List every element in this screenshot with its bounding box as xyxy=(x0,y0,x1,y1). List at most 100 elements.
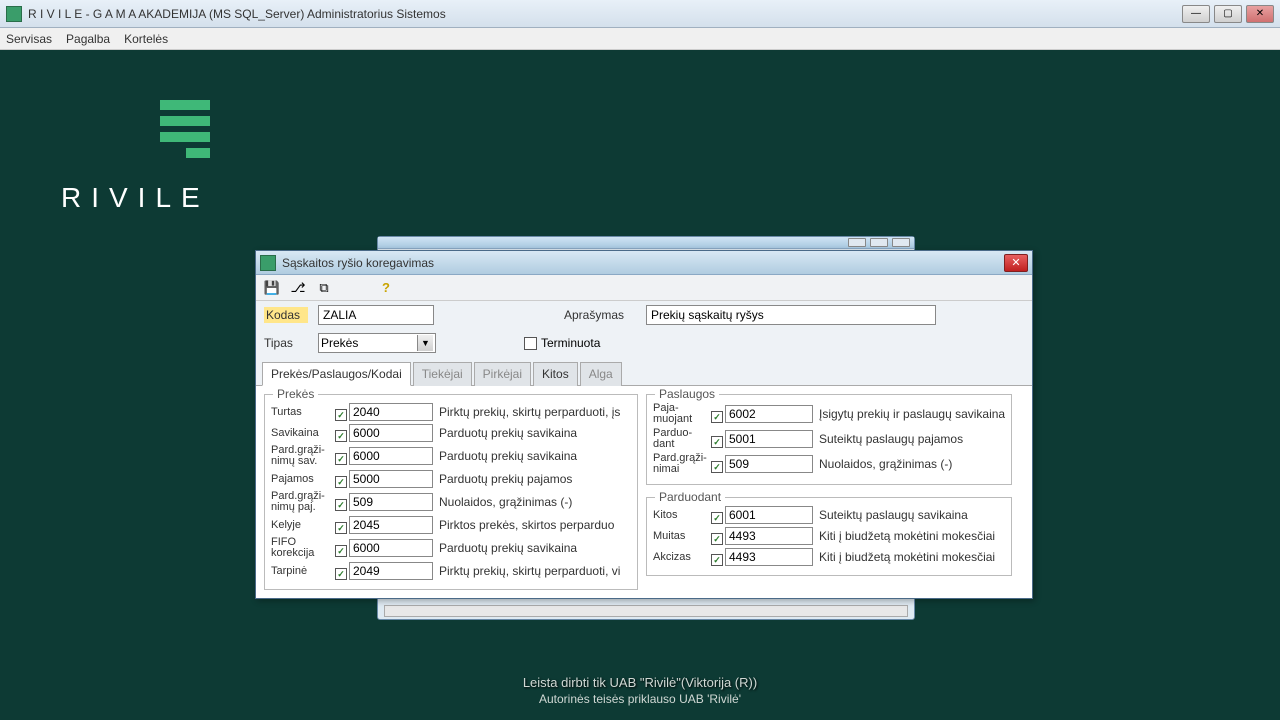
parduodant-label: Kitos xyxy=(653,510,711,521)
prekes-label: Turtas xyxy=(271,407,335,418)
prekes-label: Tarpinė xyxy=(271,566,335,577)
prekes-label: Savikaina xyxy=(271,428,335,439)
prekes-check[interactable]: ✓ xyxy=(335,568,347,580)
prekes-check[interactable]: ✓ xyxy=(335,453,347,465)
group-parduodant: Parduodant Kitos✓Suteiktų paslaugų savik… xyxy=(646,497,1012,576)
prekes-desc: Pirktos prekės, skirtos perparduo xyxy=(439,518,631,532)
prekes-label: FIFOkorekcija xyxy=(271,537,335,559)
aprasymas-input[interactable] xyxy=(646,305,936,325)
dialog: Sąskaitos ryšio koregavimas ✕ 💾 ⎇ ⧉ ? Ko… xyxy=(255,250,1033,599)
copy-icon[interactable]: ⧉ xyxy=(314,278,334,298)
parduodant-check[interactable]: ✓ xyxy=(711,533,723,545)
prekes-code-input[interactable] xyxy=(349,403,433,421)
group-prekes: Prekės Turtas✓Pirktų prekių, skirtų perp… xyxy=(264,394,638,590)
prekes-row: FIFOkorekcija✓ Parduotų prekių savikaina xyxy=(271,537,631,559)
tipas-select[interactable]: Prekės ▼ xyxy=(318,333,436,353)
paslaugos-label: Parduo-dant xyxy=(653,428,711,450)
terminuota-checkbox-wrap[interactable]: Terminuota xyxy=(524,336,600,350)
app-title: R I V I L E - G A M A AKADEMIJA (MS SQL_… xyxy=(28,7,446,21)
tab-pirkejai[interactable]: Pirkėjai xyxy=(474,362,531,386)
prekes-desc: Pirktų prekių, skirtų perparduoti, įs xyxy=(439,405,631,419)
prekes-row: Pard.grąži-nimų paj.✓Nuolaidos, grąžinim… xyxy=(271,491,631,513)
paslaugos-check[interactable]: ✓ xyxy=(711,436,723,448)
menu-servisas[interactable]: Servisas xyxy=(6,32,52,46)
parduodant-row: Akcizas✓Kiti į biudžetą mokėtini mokesči… xyxy=(653,548,1005,566)
prekes-row: Kelyje✓ Pirktos prekės, skirtos perparduo xyxy=(271,516,631,534)
dialog-close-button[interactable]: ✕ xyxy=(1004,254,1028,272)
paslaugos-label: Paja-muojant xyxy=(653,403,711,425)
titlebar: R I V I L E - G A M A AKADEMIJA (MS SQL_… xyxy=(0,0,1280,28)
paslaugos-code-input[interactable] xyxy=(725,405,813,423)
tab-alga[interactable]: Alga xyxy=(580,362,622,386)
tab-kitos[interactable]: Kitos xyxy=(533,362,578,386)
bg-scrollbar[interactable] xyxy=(384,605,908,617)
prekes-label: Kelyje xyxy=(271,520,335,531)
paslaugos-desc: Nuolaidos, grąžinimas (-) xyxy=(819,457,1005,471)
save-icon[interactable]: 💾 xyxy=(262,278,282,298)
group-parduodant-title: Parduodant xyxy=(655,490,725,504)
paslaugos-row: Paja-muojant✓ Įsigytų prekių ir paslaugų … xyxy=(653,403,1005,425)
paslaugos-desc: Įsigytų prekių ir paslaugų savikaina xyxy=(819,407,1005,421)
prekes-code-input[interactable] xyxy=(349,493,433,511)
footer-line1: Leista dirbti tik UAB "Rivilė"(Viktorija… xyxy=(5,675,1275,690)
tab-prekes-paslaugos-kodai[interactable]: Prekės/Paslaugos/Kodai xyxy=(262,362,411,386)
dialog-titlebar: Sąskaitos ryšio koregavimas ✕ xyxy=(256,251,1032,275)
menu-pagalba[interactable]: Pagalba xyxy=(66,32,110,46)
prekes-code-input[interactable] xyxy=(349,470,433,488)
paslaugos-check[interactable]: ✓ xyxy=(711,461,723,473)
tab-tiekejai[interactable]: Tiekėjai xyxy=(413,362,472,386)
menubar: Servisas Pagalba Kortelės xyxy=(0,28,1280,50)
group-prekes-title: Prekės xyxy=(273,387,318,401)
prekes-code-input[interactable] xyxy=(349,424,433,442)
prekes-check[interactable]: ✓ xyxy=(335,545,347,557)
prekes-check[interactable]: ✓ xyxy=(335,409,347,421)
kodas-label: Kodas xyxy=(264,307,308,323)
prekes-code-input[interactable] xyxy=(349,516,433,534)
parduodant-check[interactable]: ✓ xyxy=(711,512,723,524)
paslaugos-check[interactable]: ✓ xyxy=(711,411,723,423)
group-paslaugos: Paslaugos Paja-muojant✓Įsigytų prekių ir… xyxy=(646,394,1012,485)
paslaugos-label: Pard.grąži-nimai xyxy=(653,453,711,475)
dialog-icon xyxy=(260,255,276,271)
prekes-check[interactable]: ✓ xyxy=(335,476,347,488)
menu-korteles[interactable]: Kortelės xyxy=(124,32,168,46)
help-icon[interactable]: ? xyxy=(376,278,396,298)
bg-close-button[interactable] xyxy=(892,238,910,247)
tipas-label: Tipas xyxy=(264,336,308,350)
prekes-label: Pajamos xyxy=(271,474,335,485)
kodas-input[interactable] xyxy=(318,305,434,325)
prekes-code-input[interactable] xyxy=(349,562,433,580)
prekes-desc: Nuolaidos, grąžinimas (-) xyxy=(439,495,631,509)
prekes-desc: Parduotų prekių savikaina xyxy=(439,541,631,555)
close-button[interactable]: ✕ xyxy=(1246,5,1274,23)
minimize-button[interactable]: — xyxy=(1182,5,1210,23)
parduodant-code-input[interactable] xyxy=(725,527,813,545)
parduodant-code-input[interactable] xyxy=(725,506,813,524)
paslaugos-code-input[interactable] xyxy=(725,430,813,448)
prekes-code-input[interactable] xyxy=(349,447,433,465)
prekes-desc: Parduotų prekių savikaina xyxy=(439,449,631,463)
parduodant-check[interactable]: ✓ xyxy=(711,554,723,566)
bg-minimize-button[interactable] xyxy=(848,238,866,247)
tree-icon[interactable]: ⎇ xyxy=(288,278,308,298)
parduodant-code-input[interactable] xyxy=(725,548,813,566)
prekes-desc: Pirktų prekių, skirtų perparduoti, vi xyxy=(439,564,631,578)
prekes-row: Savikaina✓Parduotų prekių savikaina xyxy=(271,424,631,442)
bg-maximize-button[interactable] xyxy=(870,238,888,247)
maximize-button[interactable]: ▢ xyxy=(1214,5,1242,23)
aprasymas-label: Aprašymas xyxy=(564,308,636,322)
logo: RIVILE xyxy=(61,100,210,214)
app-icon xyxy=(6,6,22,22)
prekes-check[interactable]: ✓ xyxy=(335,522,347,534)
paslaugos-code-input[interactable] xyxy=(725,455,813,473)
tab-content: Prekės Turtas✓Pirktų prekių, skirtų perp… xyxy=(256,386,1032,598)
workspace: RIVILE Sąskaitos ryšio koregavimas ✕ 💾 ⎇… xyxy=(5,50,1275,720)
tabs: Prekės/Paslaugos/Kodai Tiekėjai Pirkėjai… xyxy=(256,361,1032,386)
terminuota-checkbox[interactable] xyxy=(524,337,537,350)
prekes-check[interactable]: ✓ xyxy=(335,430,347,442)
prekes-row: Turtas✓ Pirktų prekių, skirtų perparduoti… xyxy=(271,403,631,421)
prekes-check[interactable]: ✓ xyxy=(335,499,347,511)
footer: Leista dirbti tik UAB "Rivilė"(Viktorija… xyxy=(5,675,1275,706)
prekes-code-input[interactable] xyxy=(349,539,433,557)
prekes-desc: Parduotų prekių pajamos xyxy=(439,472,631,486)
